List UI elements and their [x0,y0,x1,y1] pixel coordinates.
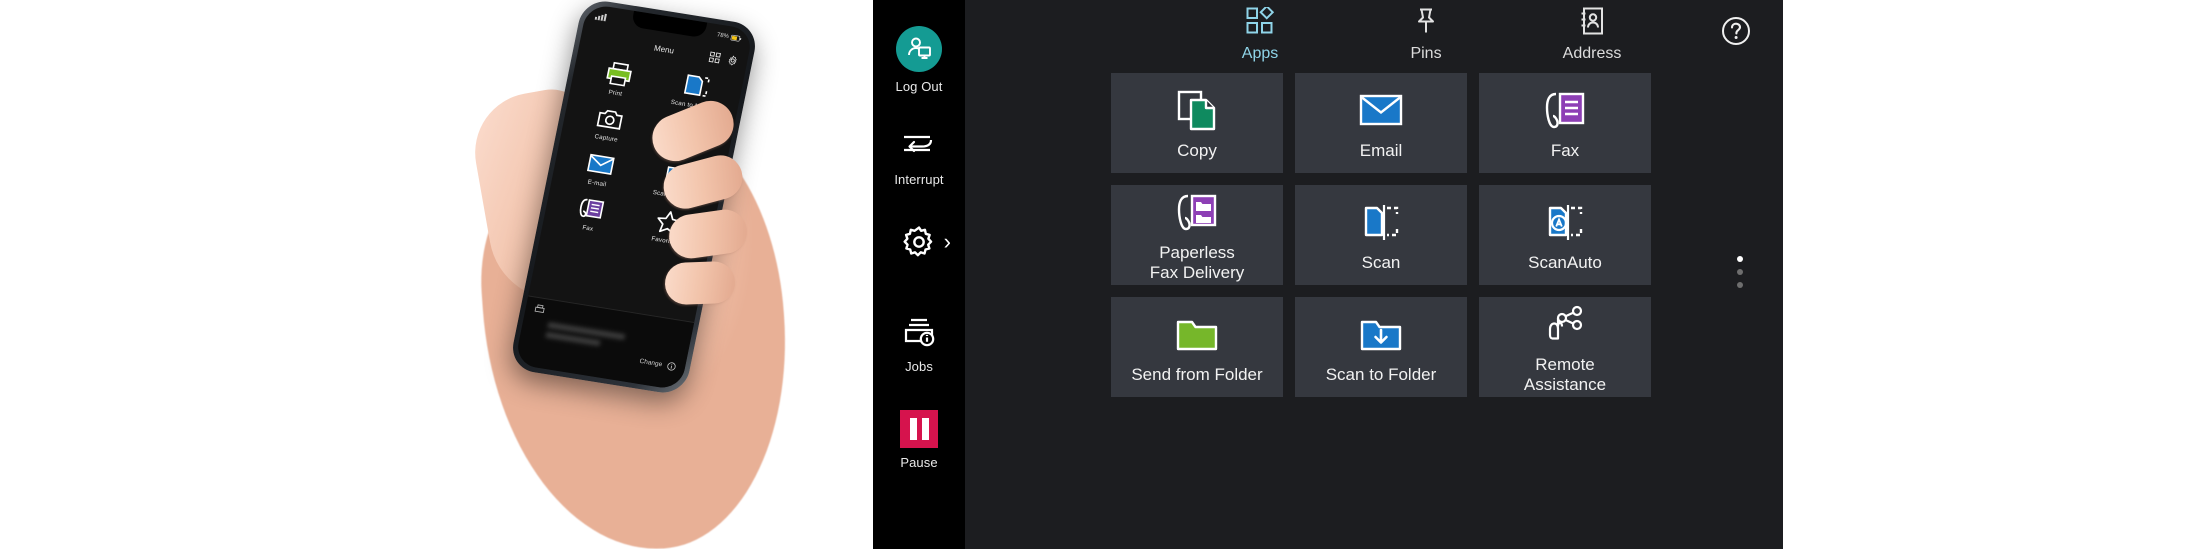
page-dot[interactable] [1737,256,1743,262]
envelope-icon [1359,89,1403,133]
pin-icon [1412,7,1440,40]
gear-icon [902,225,936,264]
phone-menu-label: E-mail [587,179,607,189]
phone-menu-item-print[interactable]: Print [576,55,660,103]
tile-label: Email [1360,141,1403,161]
screenshot-root: 9:51 78% Menu [0,0,2200,549]
remote-assistance-icon [1543,303,1587,347]
fax-icon [576,195,607,225]
printer-control-panel: Log Out Interrupt [873,0,1783,549]
tile-scan-to-folder[interactable]: Scan to Folder [1295,297,1467,397]
folder-green-icon [1175,313,1219,357]
fax-phone-icon [1543,89,1587,133]
folder-download-icon [1359,313,1403,357]
address-book-icon [1578,7,1606,40]
apps-grid-icon [1246,7,1274,40]
battery-icon [730,35,742,43]
tile-fax[interactable]: Fax [1479,73,1651,173]
sidebar-item-label: Log Out [896,79,943,94]
phone-menu-item-fax[interactable]: Fax [549,191,633,239]
camera-icon [595,104,626,134]
tab-label: Address [1563,45,1622,63]
paperless-fax-icon [1175,191,1219,235]
sidebar-item-log-out[interactable]: Log Out [873,26,965,94]
page-dot[interactable] [1737,269,1743,275]
finger [664,261,735,305]
page-dot[interactable] [1737,282,1743,288]
scan-icon [1359,201,1403,245]
page-indicator[interactable] [1737,256,1743,288]
tile-scanauto[interactable]: ScanAuto [1479,185,1651,285]
gear-icon[interactable] [726,54,739,67]
tile-scan[interactable]: Scan [1295,185,1467,285]
phone-menu-label: Capture [594,133,619,144]
printer-small-icon [534,304,546,315]
sidebar-item-settings[interactable]: › [873,225,965,271]
interrupt-arrow-icon [901,132,937,165]
app-tiles-grid: Copy Email [1111,73,1783,397]
phone-menu-item-capture[interactable]: Capture [567,100,651,148]
sidebar-item-pause[interactable]: Pause [873,410,965,470]
copy-documents-icon [1175,89,1219,133]
grid-view-icon[interactable] [708,51,721,64]
tab-address[interactable]: Address [1517,7,1667,63]
phone-menu-label: Fax [582,224,594,233]
tile-label: Scan [1362,253,1401,273]
signal-icon [595,12,608,22]
jobs-info-icon [902,317,936,352]
phone-menu-label: Print [608,89,623,98]
tile-remote-assistance[interactable]: RemoteAssistance [1479,297,1651,397]
sidebar-item-label: Jobs [905,359,933,374]
printer-icon [604,59,635,89]
panel-sidebar: Log Out Interrupt [873,0,965,549]
tile-label: RemoteAssistance [1524,355,1606,395]
tile-label: Copy [1177,141,1217,161]
tile-label: Scan to Folder [1326,365,1437,385]
tile-label: Send from Folder [1131,365,1262,385]
tab-label: Apps [1242,45,1278,63]
scan-auto-icon [1543,201,1587,245]
help-question-icon[interactable] [1721,16,1751,46]
scan-to-mobile-icon [681,72,712,102]
tile-email[interactable]: Email [1295,73,1467,173]
sidebar-item-jobs[interactable]: Jobs [873,317,965,374]
user-logout-icon [896,26,942,72]
tile-label: ScanAuto [1528,253,1602,273]
tile-paperless-fax-delivery[interactable]: PaperlessFax Delivery [1111,185,1283,285]
tile-label: Fax [1551,141,1579,161]
phone-battery-percent: 78% [716,32,729,40]
phone-menu-item-email[interactable]: E-mail [558,145,642,193]
tile-send-from-folder[interactable]: Send from Folder [1111,297,1283,397]
chevron-right-icon[interactable]: › [944,231,951,253]
phone-change-button[interactable]: Change [639,358,663,368]
tab-label: Pins [1410,45,1441,63]
tile-copy[interactable]: Copy [1111,73,1283,173]
envelope-icon [585,150,616,180]
tab-pins[interactable]: Pins [1351,7,1501,63]
tab-apps[interactable]: Apps [1185,7,1335,63]
panel-top-nav: Apps Pins [965,0,1783,70]
panel-content: Apps Pins [965,0,1783,549]
tile-label: PaperlessFax Delivery [1150,243,1244,283]
sidebar-item-interrupt[interactable]: Interrupt [873,132,965,187]
sidebar-item-label: Interrupt [894,172,943,187]
hand-holding-smartphone-photo: 9:51 78% Menu [425,0,875,549]
info-icon[interactable] [666,361,677,371]
pause-icon [900,410,938,448]
sidebar-item-label: Pause [900,455,937,470]
